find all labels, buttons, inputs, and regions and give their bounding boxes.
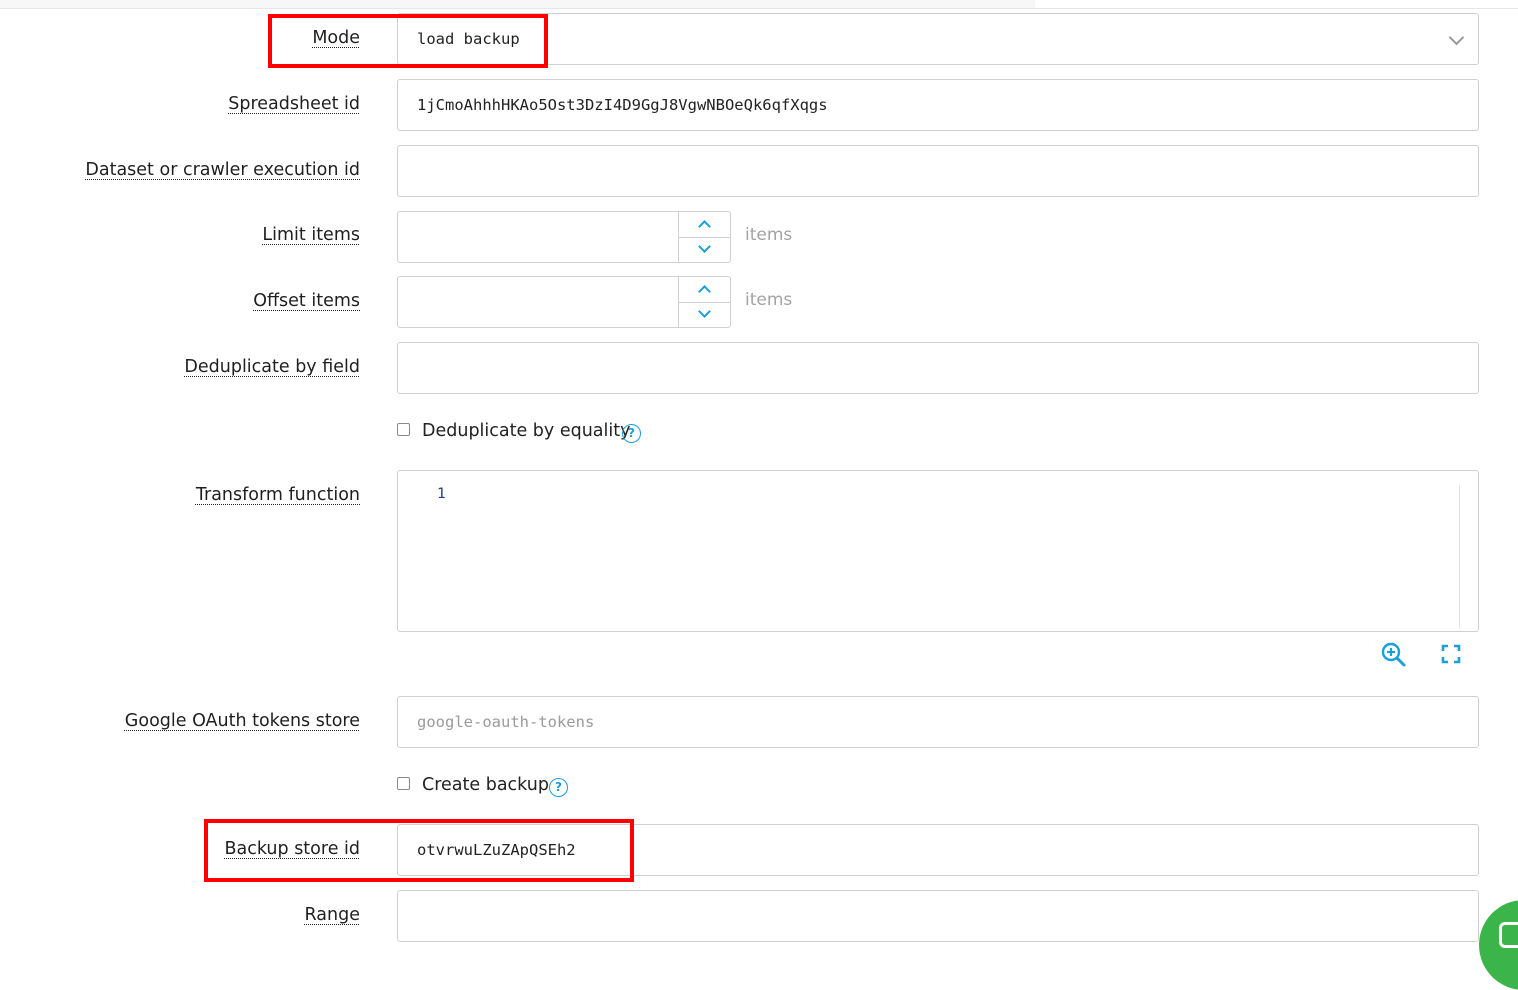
offset-items-input[interactable] (397, 276, 731, 328)
limit-items-label: Limit items (262, 225, 360, 245)
create-backup-checkbox[interactable] (397, 777, 410, 790)
chat-widget-button[interactable] (1479, 900, 1518, 990)
top-divider (0, 8, 1518, 9)
range-label: Range (304, 905, 360, 925)
google-oauth-store-placeholder: google-oauth-tokens (417, 713, 595, 731)
deduplicate-equality-checkbox[interactable] (397, 423, 410, 436)
transform-function-label: Transform function (195, 485, 360, 505)
top-bar (0, 0, 1035, 8)
zoom-in-icon[interactable] (1381, 642, 1407, 668)
mode-select-value: load backup (417, 30, 520, 48)
offset-items-unit: items (745, 290, 793, 310)
google-oauth-store-input[interactable]: google-oauth-tokens (397, 696, 1479, 748)
range-input[interactable] (397, 890, 1479, 942)
question-circle-icon[interactable]: ? (622, 424, 641, 443)
backup-store-id-label: Backup store id (224, 839, 360, 859)
spreadsheet-id-label: Spreadsheet id (228, 94, 360, 114)
line-number: 1 (437, 486, 446, 502)
deduplicate-equality-label[interactable]: Deduplicate by equality (422, 421, 630, 441)
limit-items-input[interactable] (397, 211, 731, 263)
limit-items-unit: items (745, 225, 793, 245)
chevron-down-icon (1448, 29, 1465, 46)
offset-items-label: Offset items (253, 291, 360, 311)
dataset-id-input[interactable] (397, 145, 1479, 197)
limit-items-decrement[interactable] (679, 237, 730, 262)
offset-items-decrement[interactable] (679, 302, 730, 327)
deduplicate-field-label: Deduplicate by field (184, 357, 360, 377)
question-circle-icon[interactable]: ? (549, 778, 568, 797)
transform-function-editor[interactable]: 1 (397, 470, 1479, 632)
chevron-down-icon (698, 240, 711, 253)
chevron-up-icon (698, 220, 711, 233)
fullscreen-icon[interactable] (1441, 644, 1461, 664)
spreadsheet-id-input[interactable]: 1jCmoAhhhHKAo5Ost3DzI4D9GgJ8VgwNBOeQk6qf… (397, 79, 1479, 131)
chevron-down-icon (698, 305, 711, 318)
mode-select[interactable]: load backup (397, 13, 1479, 65)
dataset-id-label: Dataset or crawler execution id (85, 160, 360, 180)
chevron-up-icon (698, 285, 711, 298)
limit-items-spinner (678, 212, 730, 262)
google-oauth-store-label: Google OAuth tokens store (124, 711, 360, 731)
limit-items-increment[interactable] (679, 212, 730, 238)
create-backup-label[interactable]: Create backup (422, 775, 549, 795)
chat-icon (1499, 922, 1518, 948)
offset-items-spinner (678, 277, 730, 327)
editor-scrollbar[interactable] (1459, 485, 1474, 629)
backup-store-id-input[interactable]: otvrwuLZuZApQSEh2 (397, 824, 1479, 876)
mode-label: Mode (312, 28, 360, 48)
offset-items-increment[interactable] (679, 277, 730, 303)
deduplicate-field-input[interactable] (397, 342, 1479, 394)
